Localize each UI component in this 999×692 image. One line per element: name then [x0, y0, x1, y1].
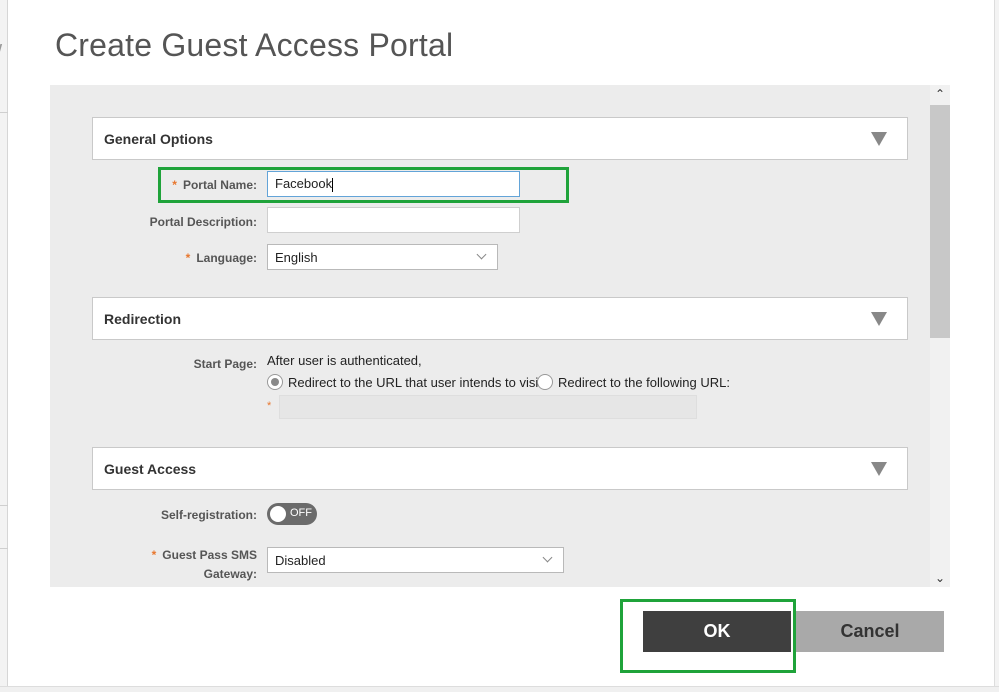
required-marker: * — [151, 548, 157, 562]
section-general-options[interactable]: General Options — [92, 117, 908, 160]
start-page-label: Start Page: — [193, 357, 257, 371]
vertical-scrollbar[interactable]: ⌃ ⌄ — [930, 85, 950, 587]
highlight-ok-button — [620, 599, 796, 673]
dialog-body-scroll-area[interactable]: General Options * Portal Name: Facebook P… — [50, 85, 950, 587]
sms-gateway-select[interactable]: Disabled — [267, 547, 564, 573]
radio-redirect-following[interactable] — [537, 374, 553, 390]
radio-redirect-intended[interactable] — [267, 374, 283, 390]
cancel-button[interactable]: Cancel — [796, 611, 944, 652]
radio-redirect-following-label[interactable]: Redirect to the following URL: — [558, 375, 730, 390]
triangle-down-icon[interactable] — [871, 132, 887, 146]
background-divider — [0, 112, 8, 113]
section-title: General Options — [104, 131, 213, 147]
chevron-down-icon — [542, 552, 553, 563]
triangle-down-icon[interactable] — [871, 462, 887, 476]
triangle-down-icon[interactable] — [871, 312, 887, 326]
redirect-url-input[interactable] — [279, 395, 697, 419]
chevron-down-icon — [476, 249, 487, 260]
background-divider — [0, 505, 8, 506]
portal-description-input[interactable] — [267, 207, 520, 233]
required-marker: * — [185, 251, 191, 265]
dialog-title: Create Guest Access Portal — [55, 27, 454, 63]
section-title: Guest Access — [104, 461, 197, 477]
required-marker: * — [267, 400, 272, 412]
chevron-up-icon[interactable]: ⌃ — [930, 85, 950, 103]
language-label: * Language: — [185, 251, 257, 265]
background-page-edge: / — [0, 0, 8, 692]
section-redirection[interactable]: Redirection — [92, 297, 908, 340]
radio-redirect-intended-label[interactable]: Redirect to the URL that user intends to… — [288, 375, 545, 390]
language-select[interactable]: English — [267, 244, 498, 270]
start-page-note: After user is authenticated, — [267, 353, 422, 368]
highlight-portal-name — [158, 167, 569, 203]
portal-description-label: Portal Description: — [149, 215, 257, 229]
toggle-state-label: OFF — [290, 507, 312, 519]
sms-gateway-label: * Guest Pass SMS Gateway: — [151, 548, 257, 581]
background-glyph: / — [0, 40, 2, 66]
section-title: Redirection — [104, 311, 182, 327]
background-page-edge-bottom — [0, 686, 999, 692]
scrollbar-thumb[interactable] — [930, 105, 950, 338]
background-page-edge-right — [994, 0, 999, 692]
background-divider — [0, 548, 8, 549]
toggle-knob — [270, 506, 286, 522]
section-guest-access[interactable]: Guest Access — [92, 447, 908, 490]
self-registration-toggle[interactable]: OFF — [267, 503, 317, 525]
self-registration-label: Self-registration: — [160, 508, 257, 522]
chevron-down-icon[interactable]: ⌄ — [930, 569, 950, 587]
